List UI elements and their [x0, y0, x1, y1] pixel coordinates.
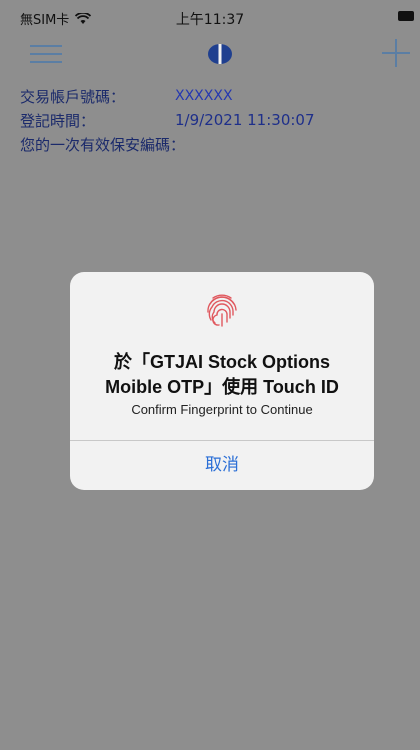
- cancel-button[interactable]: 取消: [70, 441, 374, 490]
- dialog-title-line1: 於「GTJAI Stock Options: [113, 352, 331, 372]
- security-code-label: 您的一次有效保安編碼：: [20, 135, 186, 154]
- nav-bar: [0, 32, 420, 78]
- registration-value: 1/9/2021 11:30:07: [175, 111, 315, 129]
- account-value: XXXXXX: [175, 88, 233, 104]
- app-logo-icon: [208, 44, 232, 64]
- registration-label: 登記時間：: [20, 111, 96, 130]
- dialog-title: 於「GTJAI Stock Options Moible OTP」使用 Touc…: [70, 350, 374, 400]
- menu-icon[interactable]: [30, 42, 62, 66]
- account-row: 交易帳戶號碼： XXXXXX: [20, 84, 315, 108]
- add-icon[interactable]: [382, 37, 410, 67]
- dialog-subtitle: Confirm Fingerprint to Continue: [131, 402, 313, 417]
- status-bar: 無SIM卡 上午11:37: [0, 0, 420, 32]
- security-code-row: 您的一次有效保安編碼：: [20, 132, 315, 156]
- status-time: 上午11:37: [175, 12, 245, 28]
- registration-row: 登記時間： 1/9/2021 11:30:07: [20, 108, 315, 132]
- battery-icon: [398, 11, 414, 21]
- touch-id-dialog: 於「GTJAI Stock Options Moible OTP」使用 Touc…: [70, 272, 374, 490]
- fingerprint-icon: [207, 294, 237, 327]
- account-info: 交易帳戶號碼： XXXXXX 登記時間： 1/9/2021 11:30:07 您…: [20, 84, 315, 156]
- dialog-title-line2: Moible OTP」使用 Touch ID: [105, 377, 339, 397]
- account-label: 交易帳戶號碼：: [20, 87, 126, 106]
